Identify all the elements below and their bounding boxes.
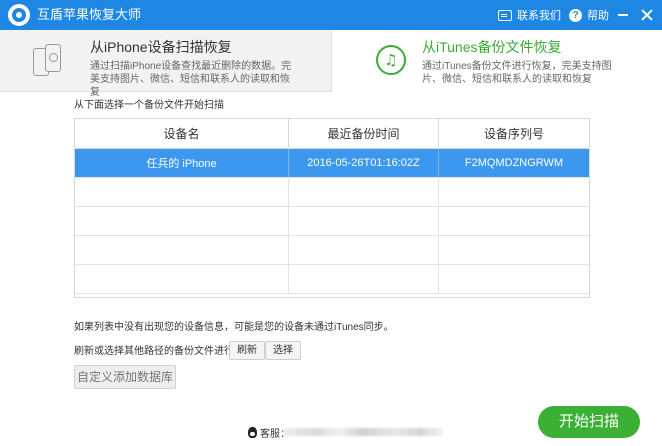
tab-device-scan[interactable]: 从iPhone设备扫描恢复 通过扫描iPhone设备查找最近删除的数据。完美支持… — [0, 30, 331, 98]
qq-penguin-icon — [248, 426, 257, 438]
column-header-device-name: 设备名 — [75, 119, 289, 148]
music-note-icon: ♫ — [376, 45, 406, 75]
device-not-listed-note: 如果列表中没有出现您的设备信息，可能是您的设备未通过iTunes同步。 — [74, 322, 394, 333]
minimize-icon[interactable] — [618, 14, 628, 16]
tab-itunes-backup-description: 通过iTunes备份文件进行恢复，完美支持图片、微信、短信和联系人的读取和恢复 — [422, 61, 612, 85]
column-header-serial: 设备序列号 — [483, 127, 544, 141]
phone-sync-icon — [33, 44, 63, 78]
instruction-text: 从下面选择一个备份文件开始扫描 — [74, 100, 224, 111]
refresh-button[interactable]: 刷新 — [229, 341, 265, 360]
contact-us-label: 联系我们 — [517, 10, 561, 22]
contact-us-button[interactable]: 联系我们 — [498, 7, 561, 23]
select-path-button[interactable]: 选择 — [265, 341, 301, 360]
cell-backup-time: 2016-05-26T01:16:02Z — [289, 149, 439, 177]
column-header-backup-time: 最近备份时间 — [289, 119, 439, 148]
table-row-empty — [75, 207, 589, 236]
blurred-contact-info — [283, 428, 443, 436]
start-scan-button[interactable]: 开始扫描 — [538, 406, 640, 438]
help-label: 帮助 — [587, 10, 609, 22]
table-row[interactable]: 任兵的 iPhone 2016-05-26T01:16:02Z F2MQMDZN… — [75, 149, 589, 178]
table-row-empty — [75, 265, 589, 294]
cell-serial: F2MQMDZNGRWM — [464, 157, 564, 169]
app-title: 互盾苹果恢复大师 — [37, 7, 142, 22]
title-bar: 互盾苹果恢复大师 联系我们 ? 帮助 — [0, 0, 662, 30]
chat-icon — [498, 9, 512, 21]
tab-device-scan-description: 通过扫描iPhone设备查找最近删除的数据。完美支持图片、微信、短信和联系人的读… — [90, 61, 292, 98]
help-button[interactable]: ? 帮助 — [569, 7, 609, 23]
table-row-empty — [75, 178, 589, 207]
recovery-mode-tabs: 从iPhone设备扫描恢复 通过扫描iPhone设备查找最近删除的数据。完美支持… — [0, 30, 662, 98]
tab-device-scan-title: 从iPhone设备扫描恢复 — [90, 39, 232, 55]
tab-itunes-backup[interactable]: ♫ 从iTunes备份文件恢复 通过iTunes备份文件进行恢复，完美支持图片、… — [331, 30, 662, 93]
table-header: 设备名 最近备份时间 设备序列号 — [75, 119, 589, 149]
backup-table: 设备名 最近备份时间 设备序列号 任兵的 iPhone 2016-05-26T0… — [74, 118, 590, 298]
help-icon: ? — [569, 8, 582, 22]
custom-add-database-button[interactable]: 自定义添加数据库 — [74, 365, 176, 389]
app-logo-icon — [8, 4, 30, 26]
cell-device-name: 任兵的 iPhone — [75, 149, 289, 177]
table-row-empty — [75, 236, 589, 265]
tab-itunes-backup-title: 从iTunes备份文件恢复 — [422, 39, 562, 55]
close-icon[interactable] — [640, 8, 654, 22]
